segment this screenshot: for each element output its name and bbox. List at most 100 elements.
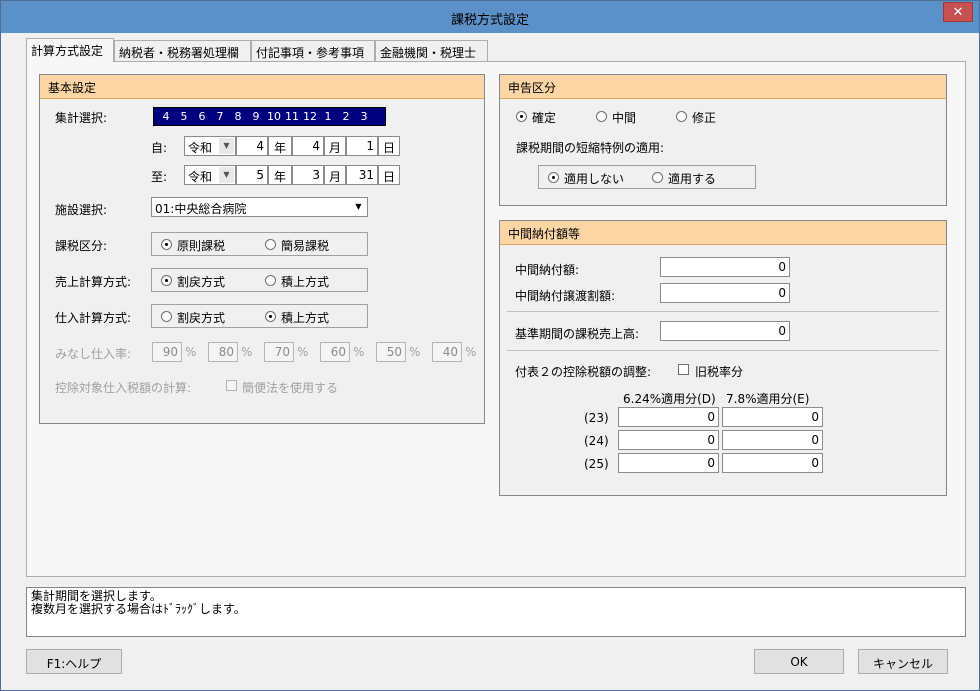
close-button[interactable]: ✕ bbox=[943, 2, 973, 22]
facility-select[interactable]: 01:中央総合病院 ▼ bbox=[151, 197, 368, 217]
to-label: 至: bbox=[151, 170, 168, 184]
sales-calc-rebate-radio[interactable]: 割戻方式 bbox=[161, 273, 225, 290]
interim-amount-field[interactable]: 0 bbox=[660, 257, 790, 277]
declaration-amend-radio[interactable]: 修正 bbox=[676, 109, 716, 126]
interim-amount-label: 中間納付額: bbox=[515, 263, 580, 277]
simplified-method-checkbox[interactable] bbox=[226, 380, 237, 391]
radio-dot bbox=[676, 111, 687, 122]
tab-taxpayer[interactable]: 納税者・税務署処理欄 bbox=[114, 40, 251, 61]
from-year-unit: 年 bbox=[268, 136, 292, 156]
row-label: (24) bbox=[584, 434, 609, 448]
base-sales-label: 基準期間の課税売上高: bbox=[515, 327, 640, 341]
month-cell[interactable]: 9 bbox=[247, 110, 265, 123]
month-cell[interactable]: 3 bbox=[355, 110, 373, 123]
deemed-rate-field[interactable]: 70 bbox=[264, 342, 294, 362]
radio-label: 確定 bbox=[532, 111, 557, 125]
declaration-final-radio[interactable]: 確定 bbox=[516, 109, 556, 126]
row-25-e-field[interactable]: 0 bbox=[722, 453, 823, 473]
deemed-rate-field[interactable]: 50 bbox=[376, 342, 406, 362]
column-e-header: 7.8%適用分(E) bbox=[726, 392, 810, 406]
month-cell[interactable]: 11 bbox=[283, 110, 301, 123]
month-cell[interactable]: 12 bbox=[301, 110, 319, 123]
purchase-calc-rebate-radio[interactable]: 割戻方式 bbox=[161, 309, 225, 326]
radio-dot bbox=[265, 311, 276, 322]
row-label: (25) bbox=[584, 457, 609, 471]
radio-label: 簡易課税 bbox=[281, 239, 330, 253]
to-day-unit: 日 bbox=[378, 165, 400, 185]
ok-button[interactable]: OK bbox=[754, 649, 844, 674]
month-cell[interactable]: 2 bbox=[337, 110, 355, 123]
month-cell[interactable]: 5 bbox=[175, 110, 193, 123]
month-cell[interactable]: 4 bbox=[157, 110, 175, 123]
facility-value: 01:中央総合病院 bbox=[155, 202, 247, 216]
declaration-interim-radio[interactable]: 中間 bbox=[596, 109, 636, 126]
radio-dot bbox=[161, 275, 172, 286]
month-cell[interactable]: 6 bbox=[193, 110, 211, 123]
deemed-rate-field[interactable]: 40 bbox=[432, 342, 462, 362]
tax-class-general-radio[interactable]: 原則課税 bbox=[161, 237, 225, 254]
shorten-group: 適用しない 適用する bbox=[538, 165, 756, 189]
row-25-d-field[interactable]: 0 bbox=[618, 453, 719, 473]
simplified-method-label: 簡便法を使用する bbox=[242, 381, 339, 395]
tax-class-label: 課税区分: bbox=[55, 239, 108, 253]
month-cell[interactable]: 10 bbox=[265, 110, 283, 123]
to-day-field[interactable]: 31 bbox=[346, 165, 378, 185]
deemed-rate-field[interactable]: 80 bbox=[208, 342, 238, 362]
purchase-calc-group: 割戻方式 積上方式 bbox=[151, 304, 368, 328]
tax-class-group: 原則課税 簡易課税 bbox=[151, 232, 368, 256]
month-range-selector[interactable]: 4 5 6 7 8 9 10 11 12 1 2 3 bbox=[153, 107, 386, 126]
radio-label: 割戻方式 bbox=[177, 311, 226, 325]
chevron-down-icon: ▼ bbox=[219, 138, 234, 154]
sales-calc-accumulate-radio[interactable]: 積上方式 bbox=[265, 273, 329, 290]
tax-class-simple-radio[interactable]: 簡易課税 bbox=[265, 237, 329, 254]
declaration-header: 申告区分 bbox=[500, 75, 946, 99]
tab-notes[interactable]: 付記事項・参考事項 bbox=[251, 40, 375, 61]
to-year-field[interactable]: 5 bbox=[236, 165, 268, 185]
interim-header: 中間納付額等 bbox=[500, 221, 946, 245]
from-month-field[interactable]: 4 bbox=[292, 136, 324, 156]
radio-label: 適用しない bbox=[564, 172, 625, 186]
from-era-select[interactable]: 令和 ▼ bbox=[184, 136, 236, 156]
adjust-label: 付表２の控除税額の調整: bbox=[515, 365, 652, 379]
purchase-calc-label: 仕入計算方式: bbox=[55, 311, 132, 325]
month-cell[interactable]: 8 bbox=[229, 110, 247, 123]
deduct-calc-label: 控除対象仕入税額の計算: bbox=[55, 381, 192, 395]
status-line: 複数月を選択する場合はﾄﾞﾗｯｸﾞします。 bbox=[31, 602, 246, 616]
radio-dot bbox=[265, 275, 276, 286]
interim-transfer-field[interactable]: 0 bbox=[660, 283, 790, 303]
base-sales-field[interactable]: 0 bbox=[660, 321, 790, 341]
from-year-field[interactable]: 4 bbox=[236, 136, 268, 156]
from-era-value: 令和 bbox=[188, 141, 213, 155]
shorten-label: 課税期間の短縮特例の適用: bbox=[516, 141, 665, 155]
tab-calc-method[interactable]: 計算方式設定 bbox=[26, 38, 114, 62]
purchase-calc-accumulate-radio[interactable]: 積上方式 bbox=[265, 309, 329, 326]
percent-label: % bbox=[465, 345, 477, 359]
row-23-d-field[interactable]: 0 bbox=[618, 407, 719, 427]
old-rate-checkbox[interactable] bbox=[678, 364, 689, 375]
interim-transfer-label: 中間納付譲渡割額: bbox=[515, 289, 616, 303]
to-month-field[interactable]: 3 bbox=[292, 165, 324, 185]
month-cell[interactable]: 1 bbox=[319, 110, 337, 123]
radio-label: 適用する bbox=[668, 172, 717, 186]
divider bbox=[507, 311, 939, 312]
radio-label: 積上方式 bbox=[281, 275, 330, 289]
row-24-d-field[interactable]: 0 bbox=[618, 430, 719, 450]
column-d-header: 6.24%適用分(D) bbox=[623, 392, 716, 406]
radio-dot bbox=[652, 172, 663, 183]
deemed-rate-field[interactable]: 90 bbox=[152, 342, 182, 362]
month-cell[interactable]: 7 bbox=[211, 110, 229, 123]
percent-label: % bbox=[241, 345, 253, 359]
cancel-button[interactable]: キャンセル bbox=[858, 649, 948, 674]
help-button[interactable]: F1:ヘルプ bbox=[26, 649, 122, 674]
shorten-apply-radio[interactable]: 適用する bbox=[652, 170, 716, 187]
from-day-field[interactable]: 1 bbox=[346, 136, 378, 156]
status-message-box: 集計期間を選択します。 複数月を選択する場合はﾄﾞﾗｯｸﾞします。 bbox=[26, 587, 966, 637]
radio-dot bbox=[596, 111, 607, 122]
shorten-not-apply-radio[interactable]: 適用しない bbox=[548, 170, 624, 187]
tab-bank[interactable]: 金融機関・税理士 bbox=[375, 40, 488, 61]
row-24-e-field[interactable]: 0 bbox=[722, 430, 823, 450]
row-23-e-field[interactable]: 0 bbox=[722, 407, 823, 427]
deemed-rate-field[interactable]: 60 bbox=[320, 342, 350, 362]
to-era-select[interactable]: 令和 ▼ bbox=[184, 165, 236, 185]
client-area: 計算方式設定 納税者・税務署処理欄 付記事項・参考事項 金融機関・税理士 基本設… bbox=[9, 33, 971, 684]
